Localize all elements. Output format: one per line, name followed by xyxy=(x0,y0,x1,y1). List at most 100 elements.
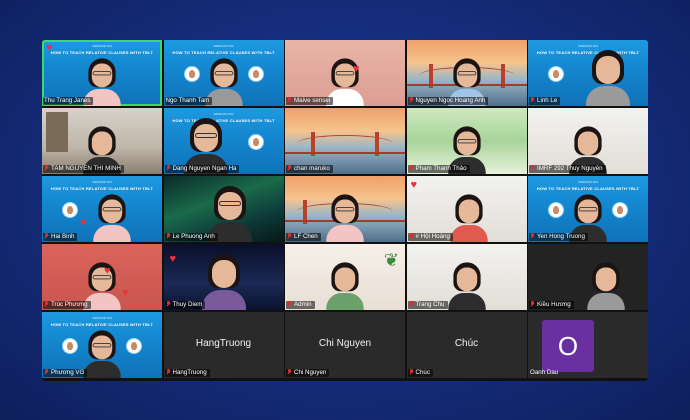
participant-name: # Hội Hoàng xyxy=(407,233,453,241)
participant-tile[interactable]: Nguyen Ngoc Hoang Anh xyxy=(406,40,527,106)
participant-name: Chi Nguyen xyxy=(286,369,330,377)
participant-name: Linh Le xyxy=(529,97,561,105)
participant-name: Maive sensei xyxy=(286,97,334,105)
participant-tile[interactable]: Chi Nguyen Chi Nguyen xyxy=(285,312,405,378)
participant-name: Thuy Diem xyxy=(164,301,206,309)
participant-tile[interactable]: Trang Chu xyxy=(406,244,527,310)
participant-name: TAM NGUYEN THI MINH xyxy=(43,165,124,173)
heart-icon: ♥ xyxy=(169,253,177,265)
participant-name: Ngo Thanh Tam xyxy=(164,97,213,105)
muted-mic-icon xyxy=(166,233,171,239)
participant-grid: WEBINAR #03 HOW TO TEACH RELATIVE CLAUSE… xyxy=(42,40,648,381)
participant-tile[interactable]: WEBINAR #03 HOW TO TEACH RELATIVE CLAUSE… xyxy=(42,40,162,106)
muted-mic-icon xyxy=(44,369,49,375)
avatar: O xyxy=(542,320,594,372)
muted-mic-icon xyxy=(166,165,171,171)
participant-name: HangTruong xyxy=(164,369,210,377)
slide-avatar xyxy=(247,134,264,150)
participant-tile[interactable]: HangTruong HangTruong xyxy=(163,312,284,378)
muted-mic-icon xyxy=(530,97,535,103)
slide-avatar xyxy=(548,66,564,82)
participant-name: Hai Binh xyxy=(43,233,78,241)
slide-subtitle: WEBINAR #03 xyxy=(92,316,112,320)
participant-tile[interactable]: Pham Thanh Thảo xyxy=(406,108,527,174)
slide-avatar xyxy=(548,202,564,218)
slide-title: HOW TO TEACH RELATIVE CLAUSES WITH TBLT xyxy=(536,186,640,191)
heart-icon: ♥ xyxy=(104,265,111,277)
participant-tile[interactable]: Le Phuong Anh xyxy=(163,176,284,242)
participant-tile[interactable]: Chúc Chúc xyxy=(406,312,527,378)
participant-video xyxy=(583,48,633,106)
slide-subtitle: WEBINAR #03 xyxy=(578,180,598,184)
muted-mic-icon xyxy=(409,369,414,375)
muted-mic-icon xyxy=(44,165,49,171)
heart-icon: ♥ xyxy=(46,42,53,54)
muted-mic-icon xyxy=(287,97,292,103)
bridge-deck xyxy=(285,152,405,154)
participant-tile[interactable]: Kiều Hương xyxy=(528,244,648,310)
slide-subtitle: WEBINAR #03 xyxy=(213,44,234,48)
heart-icon: ♥ xyxy=(122,287,129,299)
muted-mic-icon xyxy=(287,165,292,171)
participant-name: Oanh Dau xyxy=(530,369,559,376)
slide-subtitle: WEBINAR #03 xyxy=(92,44,112,48)
participant-video xyxy=(445,261,488,310)
slide-title: HOW TO TEACH RELATIVE CLAUSES WITH TBLT xyxy=(50,186,154,191)
participant-tile[interactable]: ♥ Thuy Diem xyxy=(163,244,284,310)
participant-tile[interactable]: WEBINAR #03 HOW TO TEACH RELATIVE CLAUSE… xyxy=(163,108,284,174)
participant-tile[interactable]: LF Chen xyxy=(285,176,405,242)
participant-name: Admin xyxy=(286,301,315,309)
participant-tile[interactable]: ♥ Maive sensei xyxy=(285,40,405,106)
participant-tile[interactable]: TAM NGUYEN THI MINH xyxy=(42,108,162,174)
participant-name: Phương VG xyxy=(43,369,88,377)
slide-title: HOW TO TEACH RELATIVE CLAUSES WITH TBLT xyxy=(172,50,275,55)
muted-mic-icon xyxy=(409,165,414,171)
participant-video xyxy=(199,252,249,310)
muted-mic-icon xyxy=(44,233,49,239)
heart-icon: ♥ xyxy=(353,63,360,75)
bookshelf xyxy=(46,112,68,152)
participant-video xyxy=(81,329,124,378)
participant-tile[interactable]: WEBINAR #03 HOW TO TEACH RELATIVE CLAUSE… xyxy=(528,40,648,106)
muted-mic-icon xyxy=(287,369,292,375)
video-gallery: WEBINAR #03 HOW TO TEACH RELATIVE CLAUSE… xyxy=(42,40,648,381)
muted-mic-icon xyxy=(44,301,49,307)
participant-tile[interactable]: WEBINAR #03 HOW TO TEACH RELATIVE CLAUSE… xyxy=(528,176,648,242)
muted-mic-icon xyxy=(409,301,414,307)
slide-avatar xyxy=(183,66,200,82)
slide-avatar xyxy=(126,338,142,354)
participant-tile[interactable]: WEBINAR #03 HOW TO TEACH RELATIVE CLAUSE… xyxy=(42,312,162,378)
participant-name: chan maruko xyxy=(286,165,333,173)
participant-name: Trang Chu xyxy=(407,301,448,309)
participant-video xyxy=(324,193,367,242)
heart-icon: ♥ xyxy=(410,179,418,191)
slide-avatar xyxy=(62,338,78,354)
participant-tile[interactable]: chan maruko xyxy=(285,108,405,174)
participant-tile[interactable]: WEBINAR #03 HOW TO TEACH RELATIVE CLAUSE… xyxy=(42,176,162,242)
participant-name: LF Chen xyxy=(286,233,321,241)
heart-icon: ♥ xyxy=(80,217,87,229)
muted-mic-icon xyxy=(287,233,292,239)
muted-mic-icon xyxy=(287,301,292,307)
participant-video xyxy=(585,261,628,310)
slide-title: HOW TO TEACH RELATIVE CLAUSES WITH TBLT xyxy=(50,50,154,55)
participant-name: Thu Trang Janes xyxy=(43,97,94,105)
muted-mic-icon xyxy=(166,369,171,375)
participant-name: Chúc xyxy=(407,369,433,377)
participant-tile[interactable]: ♥ ♥ Trúc Phương xyxy=(42,244,162,310)
slide-avatar xyxy=(612,202,628,218)
participant-name: Le Phuong Anh xyxy=(164,233,218,241)
participant-tile[interactable]: ♥ # Hội Hoàng xyxy=(406,176,527,242)
participant-tile[interactable]: WEBINAR #03 HOW TO TEACH RELATIVE CLAUSE… xyxy=(163,40,284,106)
muted-mic-icon xyxy=(530,301,535,307)
participant-tile[interactable]: IMRF 292 Thuy Nguyễn xyxy=(528,108,648,174)
participant-tile[interactable]: O Oanh Dau xyxy=(528,312,648,378)
participant-video xyxy=(324,261,367,310)
muted-mic-icon xyxy=(530,233,535,239)
slide-avatar xyxy=(62,202,78,218)
participant-video xyxy=(91,193,134,242)
muted-mic-icon xyxy=(530,165,535,171)
participant-tile[interactable]: ❦ Admin xyxy=(285,244,405,310)
muted-mic-icon xyxy=(409,97,414,103)
muted-mic-icon xyxy=(166,301,171,307)
